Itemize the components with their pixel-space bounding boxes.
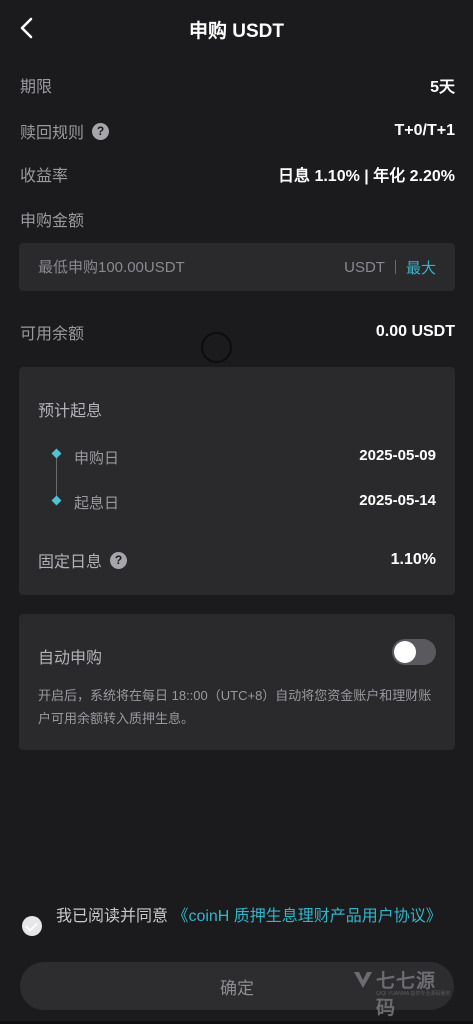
amount-field: USDT 最大 [19,243,455,291]
watermark-v-icon [354,972,372,988]
schedule-title: 预计起息 [38,403,103,420]
max-button[interactable]: 最大 [406,257,436,278]
agreement-row: 我已阅读并同意 《coinH 质押生息理财产品用户协议》 [22,906,452,936]
fixed-rate-row: 固定日息 ? 1.10% [38,548,436,572]
currency-label: USDT [344,258,385,276]
question-icon[interactable]: ? [92,122,110,140]
subscribe-date: 2025-05-09 [359,447,436,464]
start-date: 2025-05-14 [359,492,436,509]
page-title: 申购 USDT [188,21,284,42]
question-icon[interactable]: ? [110,551,128,569]
watermark-subtext: QIQI YUANMA 提供专业源码服务 [376,991,451,997]
header: 申购 USDT [0,0,473,56]
fixed-label-wrap: 固定日息 ? [38,548,128,572]
term-value: 5天 [430,79,455,96]
redeem-label: 赎回规则 [20,125,85,142]
timeline-diamond-icon [51,448,62,459]
auto-subscribe-toggle[interactable] [392,639,436,665]
subscribe-date-row: 申购日 2025-05-09 [74,447,436,468]
toggle-knob [394,641,416,663]
balance-value: 0.00 USDT [375,323,455,340]
agreement-link[interactable]: 《coinH 质押生息理财产品用户协议》 [172,908,441,925]
balance-label: 可用余额 [20,326,85,343]
loading-spinner-icon [201,332,232,363]
schedule-card: 预计起息 申购日 2025-05-09 起息日 2025-05-14 固定日息 … [19,367,455,595]
divider [394,260,396,274]
term-label: 期限 [20,79,53,96]
start-date-row: 起息日 2025-05-14 [74,492,436,513]
yield-row: 收益率 日息 1.10% | 年化 2.20% [20,162,455,186]
auto-title: 自动申购 [38,650,103,667]
amount-suffix: USDT 最大 [344,257,436,278]
auto-description: 开启后，系统将在每日 18::00（UTC+8）自动将您资金账户和理财账户可用余… [38,688,432,726]
redeem-value: T+0/T+1 [394,122,455,139]
start-label: 起息日 [74,495,120,512]
yield-label: 收益率 [20,168,69,185]
yield-value: 日息 1.10% | 年化 2.20% [278,168,455,185]
watermark-logo: 七七源码 QIQI YUANMA 提供专业源码服务 [352,965,451,1019]
agreement-text-wrap: 我已阅读并同意 《coinH 质押生息理财产品用户协议》 [56,906,442,927]
amount-label: 申购金额 [20,213,85,230]
term-row: 期限 5天 [20,73,455,97]
agreement-text: 我已阅读并同意 [56,908,173,925]
subscribe-label: 申购日 [74,450,120,467]
auto-subscribe-card: 自动申购 开启后，系统将在每日 18::00（UTC+8）自动将您资金账户和理财… [19,614,455,750]
timeline-diamond-icon [51,495,62,506]
fixed-label: 固定日息 [38,554,103,571]
redeem-label-wrap: 赎回规则 ? [20,119,110,143]
redeem-row: 赎回规则 ? T+0/T+1 [20,119,455,143]
agree-checkbox[interactable] [22,916,42,936]
amount-label-row: 申购金额 [20,207,455,231]
amount-input[interactable] [38,258,278,276]
balance-row: 可用余额 0.00 USDT [20,320,455,344]
fixed-value: 1.10% [390,551,436,568]
